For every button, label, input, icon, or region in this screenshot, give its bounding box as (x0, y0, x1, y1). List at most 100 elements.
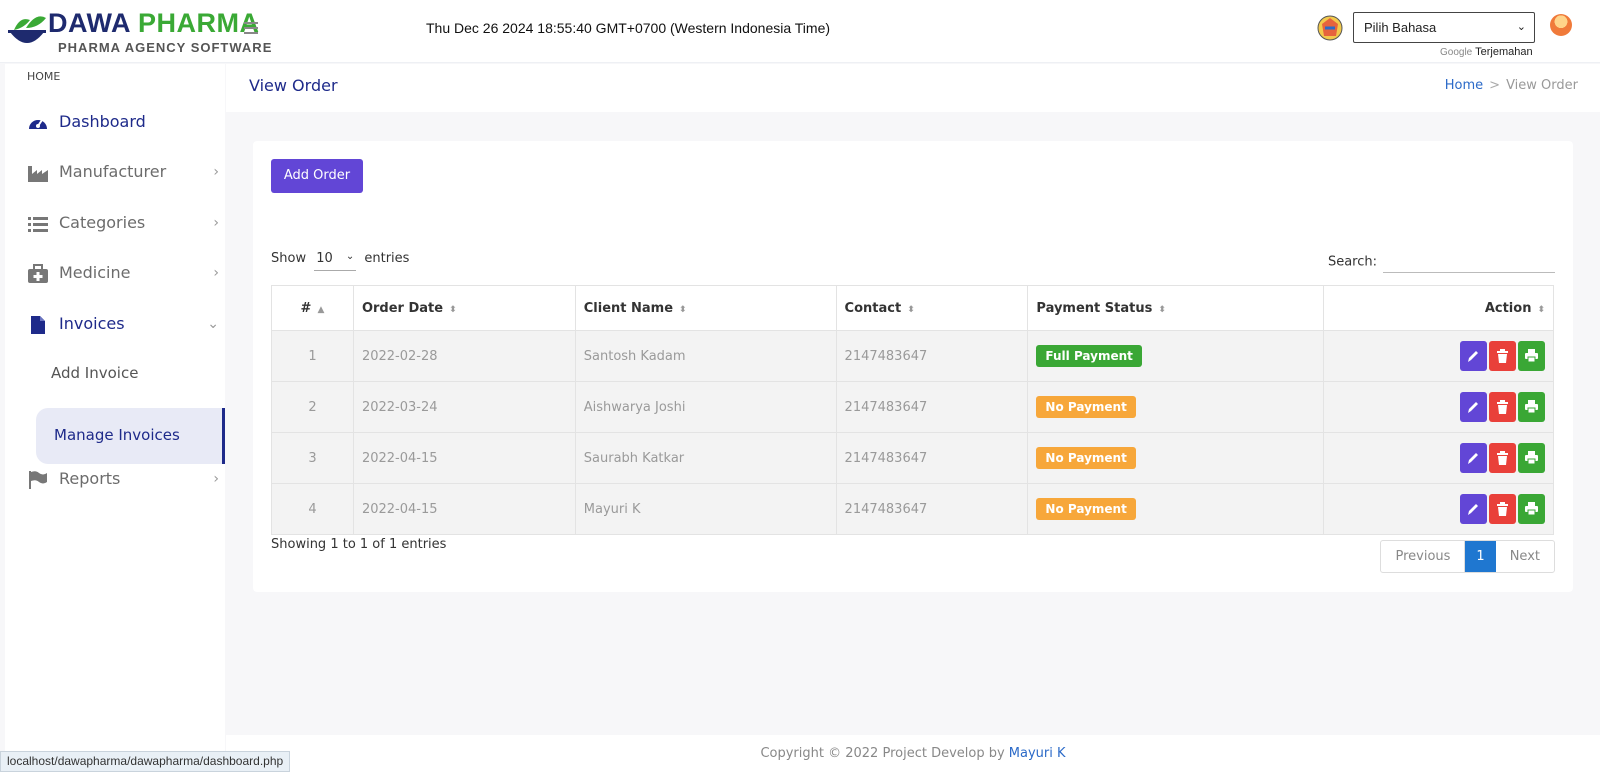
logo[interactable]: DAWA PHARMA PHARMA AGENCY SOFTWARE (4, 6, 271, 58)
breadcrumb-separator: > (1489, 78, 1501, 93)
column-header-number[interactable]: # ▲ (271, 285, 354, 331)
column-header-payment-status[interactable]: Payment Status ⬍ (1027, 285, 1325, 331)
breadcrumb-current: View Order (1506, 78, 1578, 93)
status-badge: No Payment (1036, 447, 1136, 469)
sidebar-item-invoices[interactable]: Invoices ⌄ (27, 311, 223, 341)
entries-select[interactable]: 10 ⌄ (314, 251, 357, 271)
cell-payment-status: No Payment (1027, 381, 1325, 433)
status-badge: Full Payment (1036, 345, 1142, 367)
add-order-button[interactable]: Add Order (271, 159, 363, 193)
sidebar-item-manufacturer[interactable]: Manufacturer › (27, 159, 223, 189)
delete-button[interactable] (1489, 443, 1516, 473)
footer: Copyright © 2022 Project Develop by Mayu… (226, 735, 1600, 772)
cell-payment-status: Full Payment (1027, 330, 1325, 382)
cell-payment-status: No Payment (1027, 432, 1325, 484)
google-translate-credit[interactable]: Google Terjemahan (1440, 46, 1533, 58)
page-header: View Order Home > View Order (226, 64, 1600, 112)
cell-contact: 2147483647 (835, 381, 1029, 433)
table-header-row: # ▲ Order Date ⬍ Client Name ⬍ Contact ⬍ Pay… (271, 285, 1554, 331)
orders-card: Add Order Show 10 ⌄ entries Search: # ▲ Or… (253, 141, 1573, 592)
sidebar-subitem-manage-invoices[interactable]: Manage Invoices (36, 408, 225, 464)
factory-icon (28, 166, 48, 182)
cell-client-name: Santosh Kadam (574, 330, 837, 382)
pagination: Previous 1 Next (1380, 540, 1555, 573)
sort-icon: ⬍ (1158, 304, 1166, 315)
sort-asc-icon: ▲ (317, 304, 325, 315)
avatar[interactable] (1550, 14, 1572, 36)
cell-client-name: Mayuri K (574, 483, 837, 535)
pagination-next[interactable]: Next (1496, 541, 1554, 572)
chevron-right-icon: › (213, 215, 219, 231)
footer-author-link[interactable]: Mayuri K (1009, 746, 1066, 761)
cell-contact: 2147483647 (835, 330, 1029, 382)
search-input[interactable] (1383, 251, 1555, 273)
breadcrumb-home-link[interactable]: Home (1445, 78, 1483, 93)
cell-number: 2 (271, 381, 354, 433)
cell-client-name: Saurabh Katkar (574, 432, 837, 484)
list-icon (28, 217, 48, 232)
sidebar-item-medicine[interactable]: Medicine › (27, 260, 223, 290)
sidebar-item-categories[interactable]: Categories › (27, 210, 223, 240)
print-button[interactable] (1518, 341, 1545, 371)
sidebar-item-reports[interactable]: Reports › (27, 466, 223, 496)
sidebar-subitem-add-invoice[interactable]: Add Invoice (51, 364, 138, 382)
printer-icon (1525, 502, 1538, 516)
print-button[interactable] (1518, 443, 1545, 473)
print-button[interactable] (1518, 392, 1545, 422)
trash-icon (1497, 400, 1508, 414)
page-title: View Order (249, 76, 338, 95)
dashboard-icon (29, 119, 47, 129)
delete-button[interactable] (1489, 392, 1516, 422)
sidebar: HOME Dashboard Manufacturer › Categories… (5, 64, 225, 772)
sort-icon: ⬍ (1537, 304, 1545, 315)
table-search: Search: (1328, 251, 1555, 273)
sidebar-section-label: HOME (27, 70, 61, 83)
edit-button[interactable] (1460, 341, 1487, 371)
column-header-client-name[interactable]: Client Name ⬍ (574, 285, 837, 331)
print-button[interactable] (1518, 494, 1545, 524)
pagination-page-1[interactable]: 1 (1465, 541, 1496, 572)
pencil-icon (1468, 453, 1478, 464)
table-row: 2 2022-03-24 Aishwarya Joshi 2147483647 … (271, 381, 1554, 433)
entries-length-control: Show 10 ⌄ entries (271, 251, 409, 271)
edit-button[interactable] (1460, 392, 1487, 422)
table-row: 3 2022-04-15 Saurabh Katkar 2147483647 N… (271, 432, 1554, 484)
edit-button[interactable] (1460, 494, 1487, 524)
printer-icon (1525, 451, 1538, 465)
menu-toggle-icon[interactable] (244, 22, 258, 34)
sort-icon: ⬍ (679, 304, 687, 315)
header-clock: Thu Dec 26 2024 18:55:40 GMT+0700 (Weste… (426, 20, 831, 36)
printer-icon (1525, 349, 1538, 363)
status-badge: No Payment (1036, 396, 1136, 418)
table-row: 4 2022-04-15 Mayuri K 2147483647 No Paym… (271, 483, 1554, 535)
medkit-icon (28, 264, 48, 283)
table-row: 1 2022-02-28 Santosh Kadam 2147483647 Fu… (271, 330, 1554, 382)
table-info: Showing 1 to 1 of 1 entries (271, 537, 447, 552)
logo-subtitle: PHARMA AGENCY SOFTWARE (58, 40, 273, 55)
delete-button[interactable] (1489, 494, 1516, 524)
sidebar-item-dashboard[interactable]: Dashboard (27, 109, 223, 139)
pagination-previous[interactable]: Previous (1381, 541, 1466, 572)
chevron-down-icon: ⌄ (1516, 21, 1526, 33)
language-select[interactable]: Pilih Bahasa ⌄ (1353, 12, 1535, 43)
column-header-action[interactable]: Action ⬍ (1323, 285, 1554, 331)
pencil-icon (1468, 402, 1478, 413)
chevron-right-icon: › (213, 265, 219, 281)
cell-number: 4 (271, 483, 354, 535)
edit-button[interactable] (1460, 443, 1487, 473)
cell-payment-status: No Payment (1027, 483, 1325, 535)
cell-order-date: 2022-04-15 (352, 432, 576, 484)
cell-contact: 2147483647 (835, 483, 1029, 535)
column-header-order-date[interactable]: Order Date ⬍ (352, 285, 576, 331)
cell-actions (1323, 330, 1554, 382)
column-header-contact[interactable]: Contact ⬍ (835, 285, 1029, 331)
delete-button[interactable] (1489, 341, 1516, 371)
cell-number: 1 (271, 330, 354, 382)
pencil-icon (1468, 351, 1478, 362)
chevron-right-icon: › (213, 471, 219, 487)
sort-icon: ⬍ (907, 304, 915, 315)
printer-icon (1525, 400, 1538, 414)
cell-order-date: 2022-02-28 (352, 330, 576, 382)
orders-table: # ▲ Order Date ⬍ Client Name ⬍ Contact ⬍ Pay… (271, 285, 1554, 535)
sort-icon: ⬍ (449, 304, 457, 315)
